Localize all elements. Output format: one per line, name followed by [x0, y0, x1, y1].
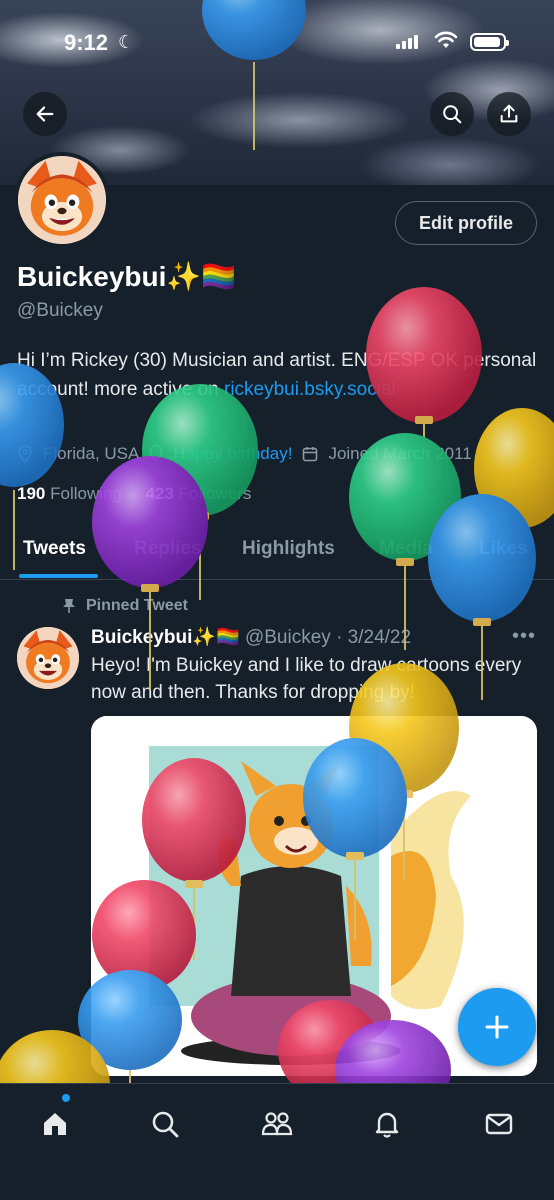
nav-notifications[interactable]	[365, 1102, 409, 1146]
balloon-icon	[150, 445, 163, 462]
following-label: Following	[50, 484, 122, 503]
home-unread-dot	[62, 1094, 70, 1102]
nav-messages[interactable]	[477, 1102, 521, 1146]
tweet-handle-date[interactable]: @Buickey · 3/24/22	[245, 627, 411, 648]
pin-icon	[63, 599, 75, 613]
tab-media[interactable]: Media	[379, 538, 433, 560]
avatar-illustration	[18, 156, 106, 244]
search-icon	[443, 105, 462, 124]
tab-likes[interactable]: Likes	[479, 538, 528, 560]
nav-communities[interactable]	[255, 1102, 299, 1146]
search-button[interactable]	[430, 92, 474, 136]
explore-icon	[152, 1111, 179, 1138]
profile-joined: Joined March 2011	[328, 444, 472, 463]
tweet-avatar[interactable]	[17, 627, 79, 689]
profile-location: Florida, USA	[43, 444, 140, 463]
back-button[interactable]	[23, 92, 67, 136]
notifications-icon	[375, 1112, 399, 1138]
following-count: 190	[17, 484, 46, 503]
status-time: 9:12	[64, 30, 109, 55]
more-icon[interactable]: •••	[512, 625, 536, 648]
wifi-icon	[434, 31, 458, 48]
follow-counts: 190 Following 423 Followers	[17, 484, 251, 504]
battery-icon	[470, 33, 509, 51]
location-icon	[18, 445, 32, 463]
back-arrow-icon	[36, 106, 54, 122]
calendar-icon	[303, 447, 318, 462]
followers-count: 423	[145, 484, 174, 503]
compose-tweet-button[interactable]	[458, 988, 536, 1066]
profile-display-name: Buickeybui✨🏳️‍🌈	[17, 261, 237, 292]
profile-birthday[interactable]: Happy birthday!	[173, 444, 292, 464]
tab-replies[interactable]: Replies	[134, 538, 202, 560]
tweet-header: Buickeybui✨🏳️‍🌈 @Buickey · 3/24/22	[91, 625, 411, 649]
tweet-avatar-illustration	[17, 627, 79, 689]
focus-moon-icon: ☾	[118, 32, 135, 52]
tweet-author[interactable]: Buickeybui✨🏳️‍🌈	[91, 627, 240, 648]
profile-tabs: Tweets Replies Highlights Media Likes	[0, 528, 554, 580]
tab-highlights[interactable]: Highlights	[242, 538, 335, 560]
followers-link[interactable]: 423 Followers	[146, 484, 252, 503]
tweet-text: Heyo! I'm Buickey and I like to draw car…	[91, 655, 522, 703]
cellular-signal-icon	[396, 35, 418, 49]
nav-home[interactable]	[33, 1102, 77, 1146]
profile-screen: 9:12 ☾ Ed	[0, 0, 554, 1200]
messages-icon	[485, 1113, 513, 1135]
share-button[interactable]	[487, 92, 531, 136]
share-icon	[500, 104, 518, 123]
profile-avatar[interactable]	[14, 152, 110, 248]
nav-explore[interactable]	[143, 1102, 187, 1146]
followers-label: Followers	[178, 484, 252, 503]
profile-handle: @Buickey	[17, 300, 103, 321]
bio-link[interactable]: rickeybui.bsky.social	[224, 379, 396, 400]
pinned-label: Pinned Tweet	[62, 597, 188, 615]
edit-profile-button[interactable]: Edit profile	[395, 201, 537, 245]
status-bar: 9:12 ☾	[0, 22, 554, 62]
home-icon	[44, 1113, 66, 1135]
profile-bio: Hi I’m Rickey (30) Musician and artist. …	[17, 346, 537, 404]
tab-tweets[interactable]: Tweets	[23, 538, 86, 560]
compose-plus-icon	[485, 1015, 509, 1039]
following-link[interactable]: 190 Following	[17, 484, 122, 503]
profile-meta: Florida, USA Happy birthday! Joined Marc…	[17, 444, 472, 464]
pinned-text: Pinned Tweet	[86, 597, 188, 614]
communities-icon	[261, 1112, 293, 1136]
bottom-navigation	[0, 1083, 554, 1200]
active-tab-indicator	[19, 574, 98, 578]
